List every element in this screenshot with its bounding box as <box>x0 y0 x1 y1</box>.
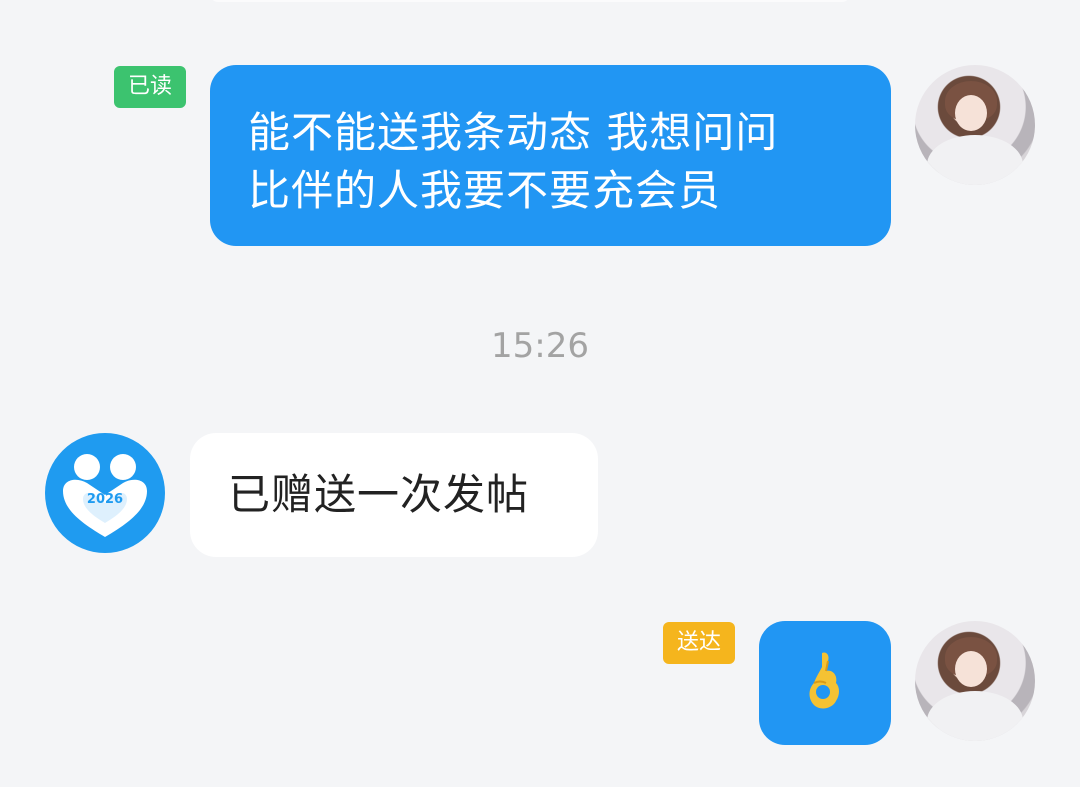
couple-heart-icon: 2026 <box>63 454 147 537</box>
user-avatar[interactable] <box>915 65 1035 185</box>
previous-message-edge <box>210 0 850 2</box>
delivered-status-badge: 送达 <box>663 622 735 664</box>
read-status-badge: 已读 <box>114 66 186 108</box>
message-text-line-2: 比伴的人我要不要充会员 <box>248 166 722 215</box>
ok-hand-emoji-icon <box>809 652 839 709</box>
incoming-message-bubble[interactable]: 已赠送一次发帖 <box>190 433 598 557</box>
incoming-message-text: 已赠送一次发帖 <box>228 470 530 519</box>
message-timestamp: 15:26 <box>491 326 589 366</box>
message-text-line-1: 能不能送我条动态 我想问问 <box>248 108 779 157</box>
app-logo-avatar[interactable]: 2026 <box>45 433 165 553</box>
avatar-year-label: 2026 <box>87 492 123 507</box>
user-avatar[interactable] <box>915 621 1035 741</box>
outgoing-message-bubble[interactable]: 能不能送我条动态 我想问问 比伴的人我要不要充会员 <box>210 65 891 246</box>
outgoing-emoji-bubble[interactable] <box>759 621 891 745</box>
